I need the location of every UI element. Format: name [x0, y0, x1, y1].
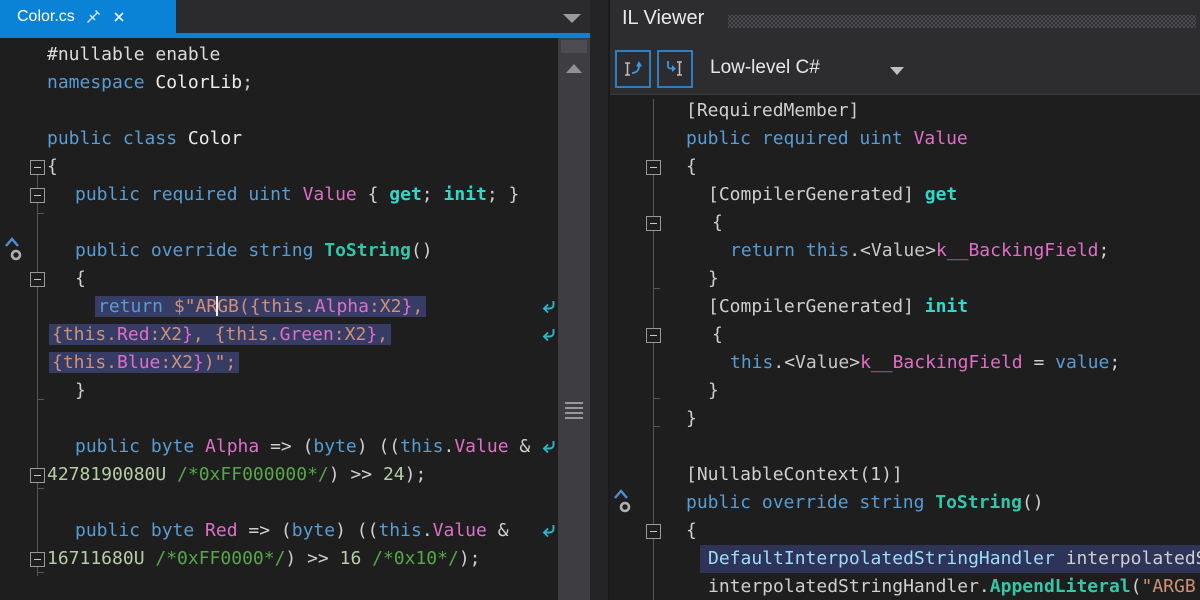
fold-collapse-button[interactable]: [646, 216, 661, 231]
code-line[interactable]: namespace ColorLib;: [47, 69, 253, 97]
code-line[interactable]: {: [712, 321, 723, 349]
close-icon[interactable]: [112, 10, 126, 24]
panel-splitter[interactable]: [590, 0, 610, 600]
code-line[interactable]: [CompilerGenerated] get: [708, 181, 957, 209]
fold-collapse-button[interactable]: [30, 160, 45, 175]
code-line[interactable]: 16711680U /*0xFF0000*/) >> 16 /*0x10*/);: [47, 545, 481, 573]
code-editor[interactable]: #nullable enablenamespace ColorLib; publi…: [0, 38, 556, 600]
fold-guide-tick: [37, 399, 44, 400]
text-selection: return $"ARGB({this.Alpha:X2},: [98, 296, 423, 317]
overrides-member-icon[interactable]: [3, 236, 27, 262]
fold-collapse-button[interactable]: [30, 188, 45, 203]
code-line[interactable]: {: [47, 153, 58, 181]
fold-guide-tick: [653, 288, 660, 289]
code-line[interactable]: return this.<Value>k__BackingField;: [730, 237, 1109, 265]
pin-icon[interactable]: [86, 9, 101, 24]
overrides-member-icon[interactable]: [612, 488, 636, 514]
code-line[interactable]: public required uint Value { get; init; …: [75, 181, 519, 209]
code-line[interactable]: this.<Value>k__BackingField = value;: [730, 349, 1120, 377]
fold-guide-line: [37, 167, 38, 576]
scrollbar-grip[interactable]: [565, 407, 583, 409]
code-line[interactable]: {: [75, 265, 86, 293]
scrollbar-grip[interactable]: [565, 417, 583, 419]
il-viewer-code[interactable]: [RequiredMember]public required uint Val…: [610, 95, 1200, 600]
fold-collapse-button[interactable]: [646, 524, 661, 539]
editor-tab-bar: Color.cs: [0, 0, 590, 33]
code-line[interactable]: {this.Blue:X2})";: [52, 349, 236, 377]
code-line[interactable]: }: [75, 377, 86, 405]
code-line[interactable]: 4278190080U /*0xFF000000*/) >> 24);: [47, 461, 426, 489]
code-line[interactable]: }: [686, 405, 697, 433]
tab-title: Color.cs: [17, 8, 75, 26]
fold-collapse-button[interactable]: [30, 468, 45, 483]
code-line[interactable]: public class Color: [47, 125, 242, 153]
sync-caret-to-il-icon: [621, 57, 645, 81]
code-line[interactable]: }: [708, 265, 719, 293]
scrollbar-up-arrow-icon[interactable]: [566, 64, 582, 73]
sync-il-to-caret-button[interactable]: [657, 50, 693, 88]
scrollbar-grip[interactable]: [565, 402, 583, 404]
line-wrap-indicator-icon: [539, 523, 556, 538]
fold-collapse-button[interactable]: [30, 552, 45, 567]
code-line[interactable]: {this.Red:X2}, {this.Green:X2},: [52, 321, 388, 349]
fold-collapse-button[interactable]: [646, 160, 661, 175]
sync-caret-to-il-button[interactable]: [615, 50, 651, 88]
code-line[interactable]: {: [712, 209, 723, 237]
code-line[interactable]: {: [686, 153, 697, 181]
fold-guide-tick: [653, 398, 660, 399]
view-mode-dropdown[interactable]: Low-level C#: [710, 57, 820, 79]
chevron-down-icon[interactable]: [890, 67, 904, 75]
code-line[interactable]: public override string ToString(): [75, 237, 433, 265]
text-selection: {this.Blue:X2})";: [52, 352, 236, 373]
code-line[interactable]: interpolatedStringHandler.AppendLiteral(…: [708, 573, 1196, 600]
fold-collapse-button[interactable]: [30, 272, 45, 287]
code-line[interactable]: #nullable enable: [47, 41, 220, 69]
line-wrap-indicator-icon: [539, 299, 556, 314]
code-line[interactable]: public byte Alpha => (byte) ((this.Value…: [75, 433, 530, 461]
code-line[interactable]: return $"ARGB({this.Alpha:X2},: [98, 293, 423, 321]
code-line[interactable]: public byte Red => (byte) ((this.Value &: [75, 517, 509, 545]
fold-guide-tick: [37, 572, 44, 573]
code-line[interactable]: public required uint Value: [686, 125, 968, 153]
panel-title: IL Viewer: [622, 7, 704, 30]
fold-guide-tick: [653, 426, 660, 427]
fold-guide-tick: [37, 213, 44, 214]
line-wrap-indicator-icon: [539, 439, 556, 454]
scrollbar[interactable]: [558, 38, 590, 600]
toolwindow-drag-grip[interactable]: [728, 15, 1196, 28]
scrollbar-health-indicator: [561, 40, 587, 53]
code-line[interactable]: [NullableContext(1)]: [686, 461, 903, 489]
ide-window: Color.cs #nullable enablenamespace Color…: [0, 0, 1200, 600]
fold-collapse-button[interactable]: [646, 328, 661, 343]
scrollbar-grip[interactable]: [565, 412, 583, 414]
code-line[interactable]: DefaultInterpolatedStringHandler interpo…: [708, 545, 1200, 573]
code-line[interactable]: [RequiredMember]: [686, 97, 859, 125]
code-line[interactable]: }: [708, 377, 719, 405]
code-line[interactable]: public override string ToString(): [686, 489, 1044, 517]
fold-guide-tick: [37, 488, 44, 489]
chevron-down-icon[interactable]: [563, 14, 581, 23]
line-wrap-indicator-icon: [539, 327, 556, 342]
code-line[interactable]: [CompilerGenerated] init: [708, 293, 968, 321]
code-line[interactable]: {: [686, 517, 697, 545]
text-selection: {this.Red:X2}, {this.Green:X2},: [52, 324, 388, 345]
il-viewer-header: IL Viewer Low-level C#: [610, 0, 1200, 95]
sync-il-to-caret-icon: [663, 57, 687, 81]
tab-color-cs[interactable]: Color.cs: [0, 0, 176, 33]
